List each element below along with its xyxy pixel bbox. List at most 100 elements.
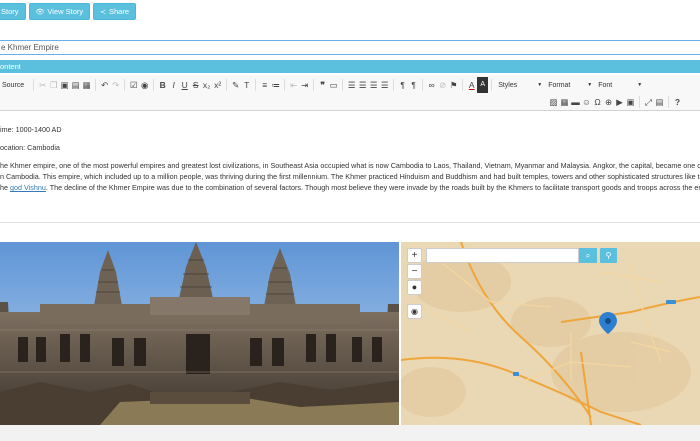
chevron-down-icon: ▼ [587,81,593,88]
top-actions: Story 👁 View Story ≺ Share [0,3,137,20]
paste-icon[interactable]: ▣ [59,77,70,93]
link-icon[interactable]: ∞ [426,77,437,93]
copy-icon[interactable]: ❐ [48,77,59,93]
content-section-label: ontent [0,62,21,71]
paragraph-line-3-rest: . The decline of the Khmer Empire was du… [45,183,700,192]
superscript-icon[interactable]: x² [212,77,223,93]
temple-photo [0,242,399,425]
toolbar-separator [462,79,464,91]
maximize-icon[interactable]: ⤢ [643,94,654,110]
story-button-label: Story [1,7,19,16]
rtl-icon[interactable]: ¶ [408,77,419,93]
story-title-field[interactable]: e Khmer Empire [0,40,700,55]
globe-icon[interactable]: ⊕ [603,94,614,110]
share-button-label: Share [109,7,130,16]
view-story-button[interactable]: 👁 View Story [28,3,91,20]
iframe-icon[interactable]: ▣ [625,94,636,110]
toolbar-separator [33,79,35,91]
styles-dropdown-label: Styles [498,81,518,89]
toolbar-separator [313,79,315,91]
chevron-down-icon: ▼ [537,81,543,88]
zoom-out-button[interactable]: − [407,264,422,279]
location-line: ocation: Cambodia [0,143,60,152]
youtube-icon[interactable]: ▶ [614,94,625,110]
blockquote-icon[interactable]: ❞ [317,77,328,93]
search-icon[interactable]: ⌕ [579,248,597,263]
source-button[interactable]: Source [2,82,24,89]
toolbar-separator [255,79,257,91]
toolbar-separator [284,79,286,91]
share-button[interactable]: ≺ Share [93,3,137,20]
smiley-icon[interactable]: ☺ [581,94,592,110]
indent-icon[interactable]: ⇥ [299,77,310,93]
text-color-icon[interactable]: A [466,77,477,93]
styles-dropdown[interactable]: Styles ▼ [495,82,545,89]
table-icon[interactable]: ▦ [559,94,570,110]
font-dropdown[interactable]: Font ▼ [595,82,645,89]
temple-photo-image [0,242,399,425]
toolbar-separator [95,79,97,91]
editor-bottom-border [0,222,700,223]
toolbar-separator [422,79,424,91]
story-button[interactable]: Story [0,3,26,20]
target-icon[interactable]: ◉ [407,304,422,319]
toolbar-separator [153,79,155,91]
cut-icon[interactable]: ✂ [37,77,48,93]
location-map[interactable]: + − ● ◉ ⌕ ⚲ [401,242,700,425]
toolbar-separator [342,79,344,91]
format-dropdown-label: Format [548,81,571,89]
time-line: ime: 1000-1400 AD [0,125,62,134]
div-icon[interactable]: ▭ [328,77,339,93]
strikethrough-icon[interactable]: S [190,77,201,93]
toolbar-row-2: ▨ ▦ ▬ ☺ Ω ⊕ ▶ ▣ ⤢ ▤ ? [548,94,683,110]
zoom-in-button[interactable]: + [407,248,422,263]
underline-icon[interactable]: U [179,77,190,93]
chevron-down-icon: ▼ [637,81,643,88]
font-dropdown-label: Font [598,81,613,89]
editor-content[interactable]: ime: 1000-1400 AD ocation: Cambodia he K… [0,112,700,222]
toolbar-separator [639,96,640,108]
vishnu-link[interactable]: god Vishnu [10,183,46,192]
bullet-list-icon[interactable]: ≔ [270,77,281,93]
bg-color-icon[interactable]: A [477,77,489,93]
align-center-icon[interactable]: ☰ [357,77,368,93]
help-icon[interactable]: ? [672,94,683,110]
align-justify-icon[interactable]: ☰ [379,77,390,93]
toolbar-row-1: Source ✂ ❐ ▣ ▤ ▦ ↶ ↷ ☑ ◉ B I U S x₂ x² ✎… [0,77,645,93]
globe-icon[interactable]: ● [407,280,422,295]
image-icon[interactable]: ▨ [548,94,559,110]
editor-toolbar: Source ✂ ❐ ▣ ▤ ▦ ↶ ↷ ☑ ◉ B I U S x₂ x² ✎… [0,75,700,111]
show-blocks-icon[interactable]: ▤ [654,94,665,110]
outdent-icon[interactable]: ⇤ [288,77,299,93]
radio-icon[interactable]: ◉ [139,77,150,93]
checkbox-icon[interactable]: ☑ [128,77,139,93]
paste-word-icon[interactable]: ▦ [81,77,92,93]
numbered-list-icon[interactable]: ≡ [259,77,270,93]
horizontal-line-icon[interactable]: ▬ [570,94,581,110]
paragraph-line-3-prefix: he [0,183,10,192]
bold-icon[interactable]: B [157,77,168,93]
italic-icon[interactable]: I [168,77,179,93]
map-pin-icon[interactable]: ⚲ [600,248,617,263]
paragraph-line-2: n Cambodia. This empire, which included … [0,172,700,181]
toolbar-separator [124,79,126,91]
toolbar-separator [226,79,228,91]
share-icon: ≺ [100,8,106,16]
subscript-icon[interactable]: x₂ [201,77,212,93]
align-right-icon[interactable]: ☰ [368,77,379,93]
toolbar-separator [491,79,493,91]
ltr-icon[interactable]: ¶ [397,77,408,93]
special-char-icon[interactable]: Ω [592,94,603,110]
clear-format-icon[interactable]: T [241,77,252,93]
footer-strip [0,425,700,441]
map-search-input[interactable] [426,248,579,263]
anchor-icon[interactable]: ⚑ [448,77,459,93]
undo-icon[interactable]: ↶ [99,77,110,93]
format-dropdown[interactable]: Format ▼ [545,82,595,89]
redo-icon[interactable]: ↷ [110,77,121,93]
paste-text-icon[interactable]: ▤ [70,77,81,93]
format-painter-icon[interactable]: ✎ [230,77,241,93]
toolbar-separator [668,96,669,108]
align-left-icon[interactable]: ☰ [346,77,357,93]
unlink-icon[interactable]: ⊘ [437,77,448,93]
